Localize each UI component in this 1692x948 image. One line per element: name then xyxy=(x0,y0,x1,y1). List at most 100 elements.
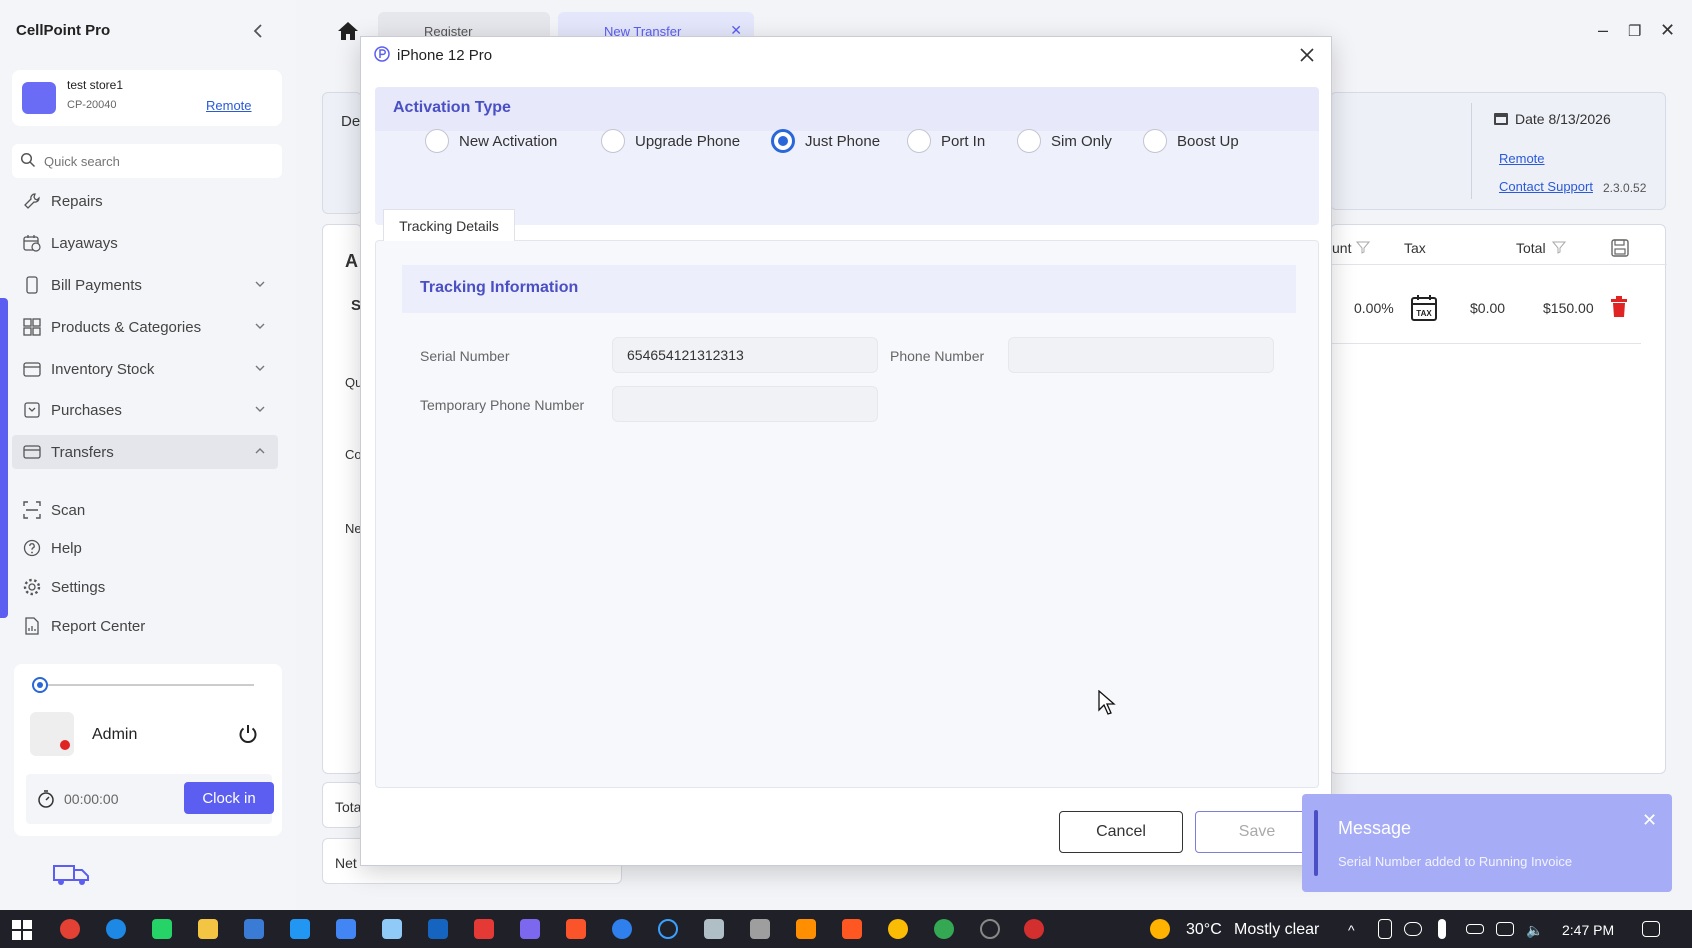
calculator-icon[interactable] xyxy=(750,919,770,939)
trash-icon[interactable] xyxy=(1610,296,1628,318)
sidebar-item-bill-payments[interactable]: Bill Payments xyxy=(12,268,278,302)
radio-boost-up[interactable]: Boost Up xyxy=(1143,129,1239,153)
network-icon[interactable] xyxy=(1496,922,1514,936)
weather-icon xyxy=(1150,919,1170,939)
total-bar: Tota xyxy=(322,782,362,828)
close-dialog-button[interactable] xyxy=(1295,43,1319,67)
recorder-icon[interactable] xyxy=(1024,919,1044,939)
windows-start-icon[interactable] xyxy=(12,920,32,940)
notifications-icon[interactable] xyxy=(1642,921,1660,937)
chrome-icon[interactable] xyxy=(934,919,954,939)
sidebar-item-help[interactable]: Help xyxy=(12,531,278,565)
mouse-cursor-icon xyxy=(1098,690,1116,715)
radio-circle[interactable] xyxy=(1017,129,1041,153)
sidebar-item-label: Purchases xyxy=(51,401,122,419)
radio-circle[interactable] xyxy=(771,129,795,153)
radio-circle[interactable] xyxy=(601,129,625,153)
contact-support-link[interactable]: Contact Support xyxy=(1499,179,1593,194)
close-toast-icon[interactable]: ✕ xyxy=(1642,810,1657,831)
home-icon[interactable] xyxy=(336,20,360,42)
volume-icon[interactable]: 🔈 xyxy=(1526,922,1543,939)
save-layout-icon[interactable] xyxy=(1610,238,1630,258)
app-icon[interactable] xyxy=(796,919,816,939)
filter-icon[interactable] xyxy=(1552,240,1566,254)
serial-number-label: Serial Number xyxy=(420,348,510,364)
sidebar-item-settings[interactable]: Settings xyxy=(12,570,278,604)
tab-tracking-details[interactable]: Tracking Details xyxy=(383,209,515,241)
store-app-icon[interactable] xyxy=(244,919,264,939)
app-icon[interactable] xyxy=(336,919,356,939)
column-header-discount[interactable]: unt xyxy=(1332,240,1351,256)
collapse-sidebar-button[interactable] xyxy=(250,22,266,40)
app-icon[interactable] xyxy=(980,919,1000,939)
teams-icon[interactable] xyxy=(520,919,540,939)
sidebar-item-purchases[interactable]: Purchases xyxy=(12,393,278,427)
battery-icon[interactable] xyxy=(1466,924,1484,934)
onedrive-icon[interactable] xyxy=(1404,922,1422,936)
minimize-button[interactable]: – xyxy=(1598,20,1608,41)
chevron-up-icon[interactable]: ^ xyxy=(1348,922,1355,938)
row-divider xyxy=(1331,343,1641,344)
microphone-icon[interactable] xyxy=(1438,919,1446,939)
sidebar-item-report-center[interactable]: Report Center xyxy=(12,609,278,643)
status-slider-track[interactable] xyxy=(44,684,254,686)
sidebar-item-transfers[interactable]: Transfers xyxy=(12,435,278,469)
file-explorer-icon[interactable] xyxy=(198,919,218,939)
radio-port-in[interactable]: Port In xyxy=(907,129,985,153)
chrome-icon[interactable] xyxy=(60,919,80,939)
restore-button[interactable]: ❐ xyxy=(1628,22,1641,40)
serial-number-field[interactable] xyxy=(612,337,878,373)
radio-upgrade-phone[interactable]: Upgrade Phone xyxy=(601,129,740,153)
radio-label: Boost Up xyxy=(1177,132,1239,150)
radio-just-phone[interactable]: Just Phone xyxy=(771,129,880,153)
taskbar-clock[interactable]: 2:47 PM xyxy=(1562,922,1614,938)
app-icon[interactable] xyxy=(290,919,310,939)
tax-calendar-icon[interactable]: TAX xyxy=(1410,294,1438,322)
column-header-total[interactable]: Total xyxy=(1516,240,1546,256)
chevron-down-icon xyxy=(255,406,265,412)
chrome-icon[interactable] xyxy=(888,919,908,939)
brave-icon[interactable] xyxy=(566,919,586,939)
search-input[interactable] xyxy=(44,151,264,171)
phone-number-field[interactable] xyxy=(1008,337,1274,373)
edge-dev-icon[interactable] xyxy=(658,919,678,939)
store-remote-link[interactable]: Remote xyxy=(206,98,252,113)
app-icon[interactable] xyxy=(382,919,402,939)
sidebar-item-inventory-stock[interactable]: Inventory Stock xyxy=(12,352,278,386)
sidebar-item-products-categories[interactable]: Products & Categories xyxy=(12,310,278,344)
radio-circle[interactable] xyxy=(425,129,449,153)
radio-new-activation[interactable]: New Activation xyxy=(425,129,557,153)
filter-icon[interactable] xyxy=(1356,240,1370,254)
cancel-button[interactable]: Cancel xyxy=(1059,811,1183,853)
panel-fragment: A xyxy=(345,251,358,271)
app-icon[interactable] xyxy=(612,919,632,939)
power-icon[interactable] xyxy=(236,722,260,746)
net-total-fragment: Net xyxy=(335,855,357,871)
calendar-clock-icon xyxy=(23,235,41,252)
app-brand: CellPoint Pro xyxy=(16,22,111,39)
tracking-info-title: Tracking Information xyxy=(420,279,579,296)
sidebar-item-layaways[interactable]: Layaways xyxy=(12,226,278,260)
close-window-button[interactable]: ✕ xyxy=(1660,20,1675,41)
app-icon[interactable] xyxy=(704,919,724,939)
temporary-phone-field[interactable] xyxy=(612,386,878,422)
status-slider-thumb[interactable] xyxy=(32,677,48,693)
app-icon[interactable] xyxy=(474,919,494,939)
truck-icon[interactable] xyxy=(52,860,92,888)
radio-circle[interactable] xyxy=(1143,129,1167,153)
column-header-tax[interactable]: Tax xyxy=(1404,240,1426,256)
radio-sim-only[interactable]: Sim Only xyxy=(1017,129,1112,153)
dialog-title: iPhone 12 Pro xyxy=(397,47,493,64)
save-button[interactable]: Save xyxy=(1195,811,1319,853)
quick-search xyxy=(12,144,282,178)
edge-icon[interactable] xyxy=(106,919,126,939)
app-icon[interactable] xyxy=(842,919,862,939)
sidebar-item-scan[interactable]: Scan xyxy=(12,493,278,527)
outlook-icon[interactable] xyxy=(428,919,448,939)
radio-circle[interactable] xyxy=(907,129,931,153)
clock-in-button[interactable]: Clock in xyxy=(184,782,274,814)
remote-link[interactable]: Remote xyxy=(1499,151,1545,166)
meet-now-icon[interactable] xyxy=(1378,919,1392,939)
sidebar-item-repairs[interactable]: Repairs xyxy=(12,184,278,218)
whatsapp-icon[interactable] xyxy=(152,919,172,939)
